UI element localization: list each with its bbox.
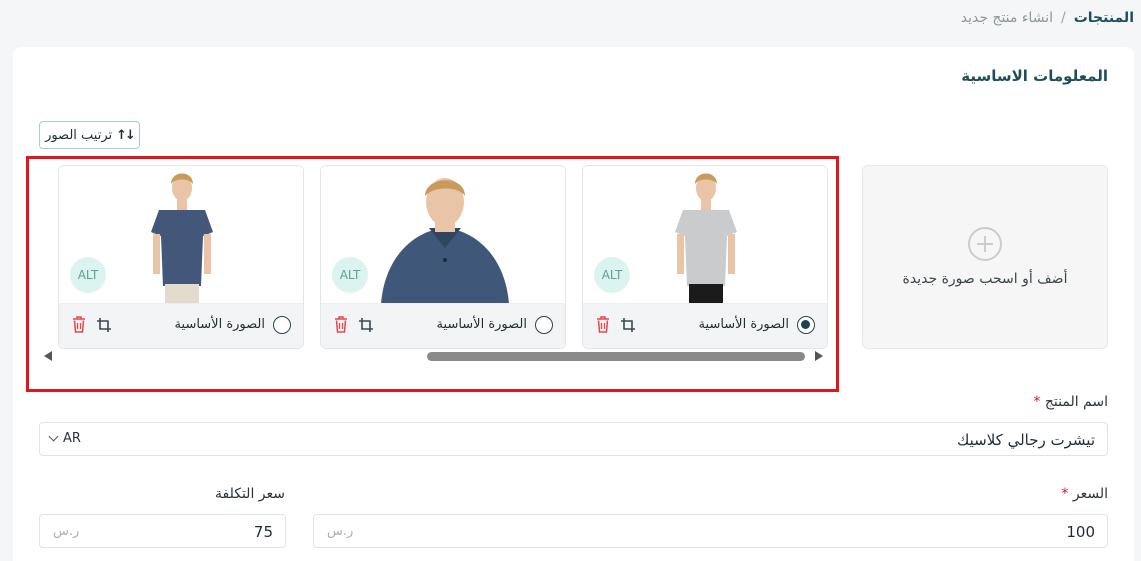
upload-image-dropzone[interactable]: أضف أو اسحب صورة جديدة bbox=[862, 165, 1108, 349]
price-value: 100 bbox=[1066, 523, 1095, 541]
chevron-down-icon bbox=[48, 431, 59, 442]
highlight-box bbox=[26, 156, 839, 392]
cost-price-label: سعر التكلفة bbox=[215, 486, 285, 502]
cost-price-input[interactable]: 75 ر.س bbox=[39, 514, 286, 548]
language-value: AR bbox=[63, 431, 81, 446]
product-name-value: تيشرت رجالي كلاسيك bbox=[956, 431, 1095, 449]
price-currency: ر.س bbox=[327, 524, 354, 539]
cost-price-currency: ر.س bbox=[53, 524, 80, 539]
price-label: * السعر bbox=[1061, 486, 1108, 502]
breadcrumb-current: انشاء منتج جديد bbox=[960, 10, 1053, 26]
sort-arrows-icon: ↑↓ bbox=[116, 127, 136, 143]
product-name-input[interactable]: تيشرت رجالي كلاسيك AR bbox=[39, 422, 1108, 456]
breadcrumb: المنتجات / انشاء منتج جديد bbox=[961, 10, 1134, 26]
section-title: المعلومات الاساسية bbox=[961, 67, 1108, 85]
product-name-label: * اسم المنتج bbox=[1033, 394, 1108, 410]
price-input[interactable]: 100 ر.س bbox=[313, 514, 1108, 548]
language-select[interactable]: AR bbox=[48, 431, 81, 446]
breadcrumb-products-link[interactable]: المنتجات bbox=[1074, 10, 1134, 26]
sort-images-button[interactable]: ↑↓ ترتيب الصور bbox=[39, 121, 140, 149]
sort-images-label: ترتيب الصور bbox=[45, 127, 113, 143]
cost-price-value: 75 bbox=[253, 523, 273, 541]
breadcrumb-separator: / bbox=[1060, 10, 1066, 26]
plus-circle-icon bbox=[968, 227, 1002, 261]
upload-label: أضف أو اسحب صورة جديدة bbox=[902, 271, 1068, 287]
